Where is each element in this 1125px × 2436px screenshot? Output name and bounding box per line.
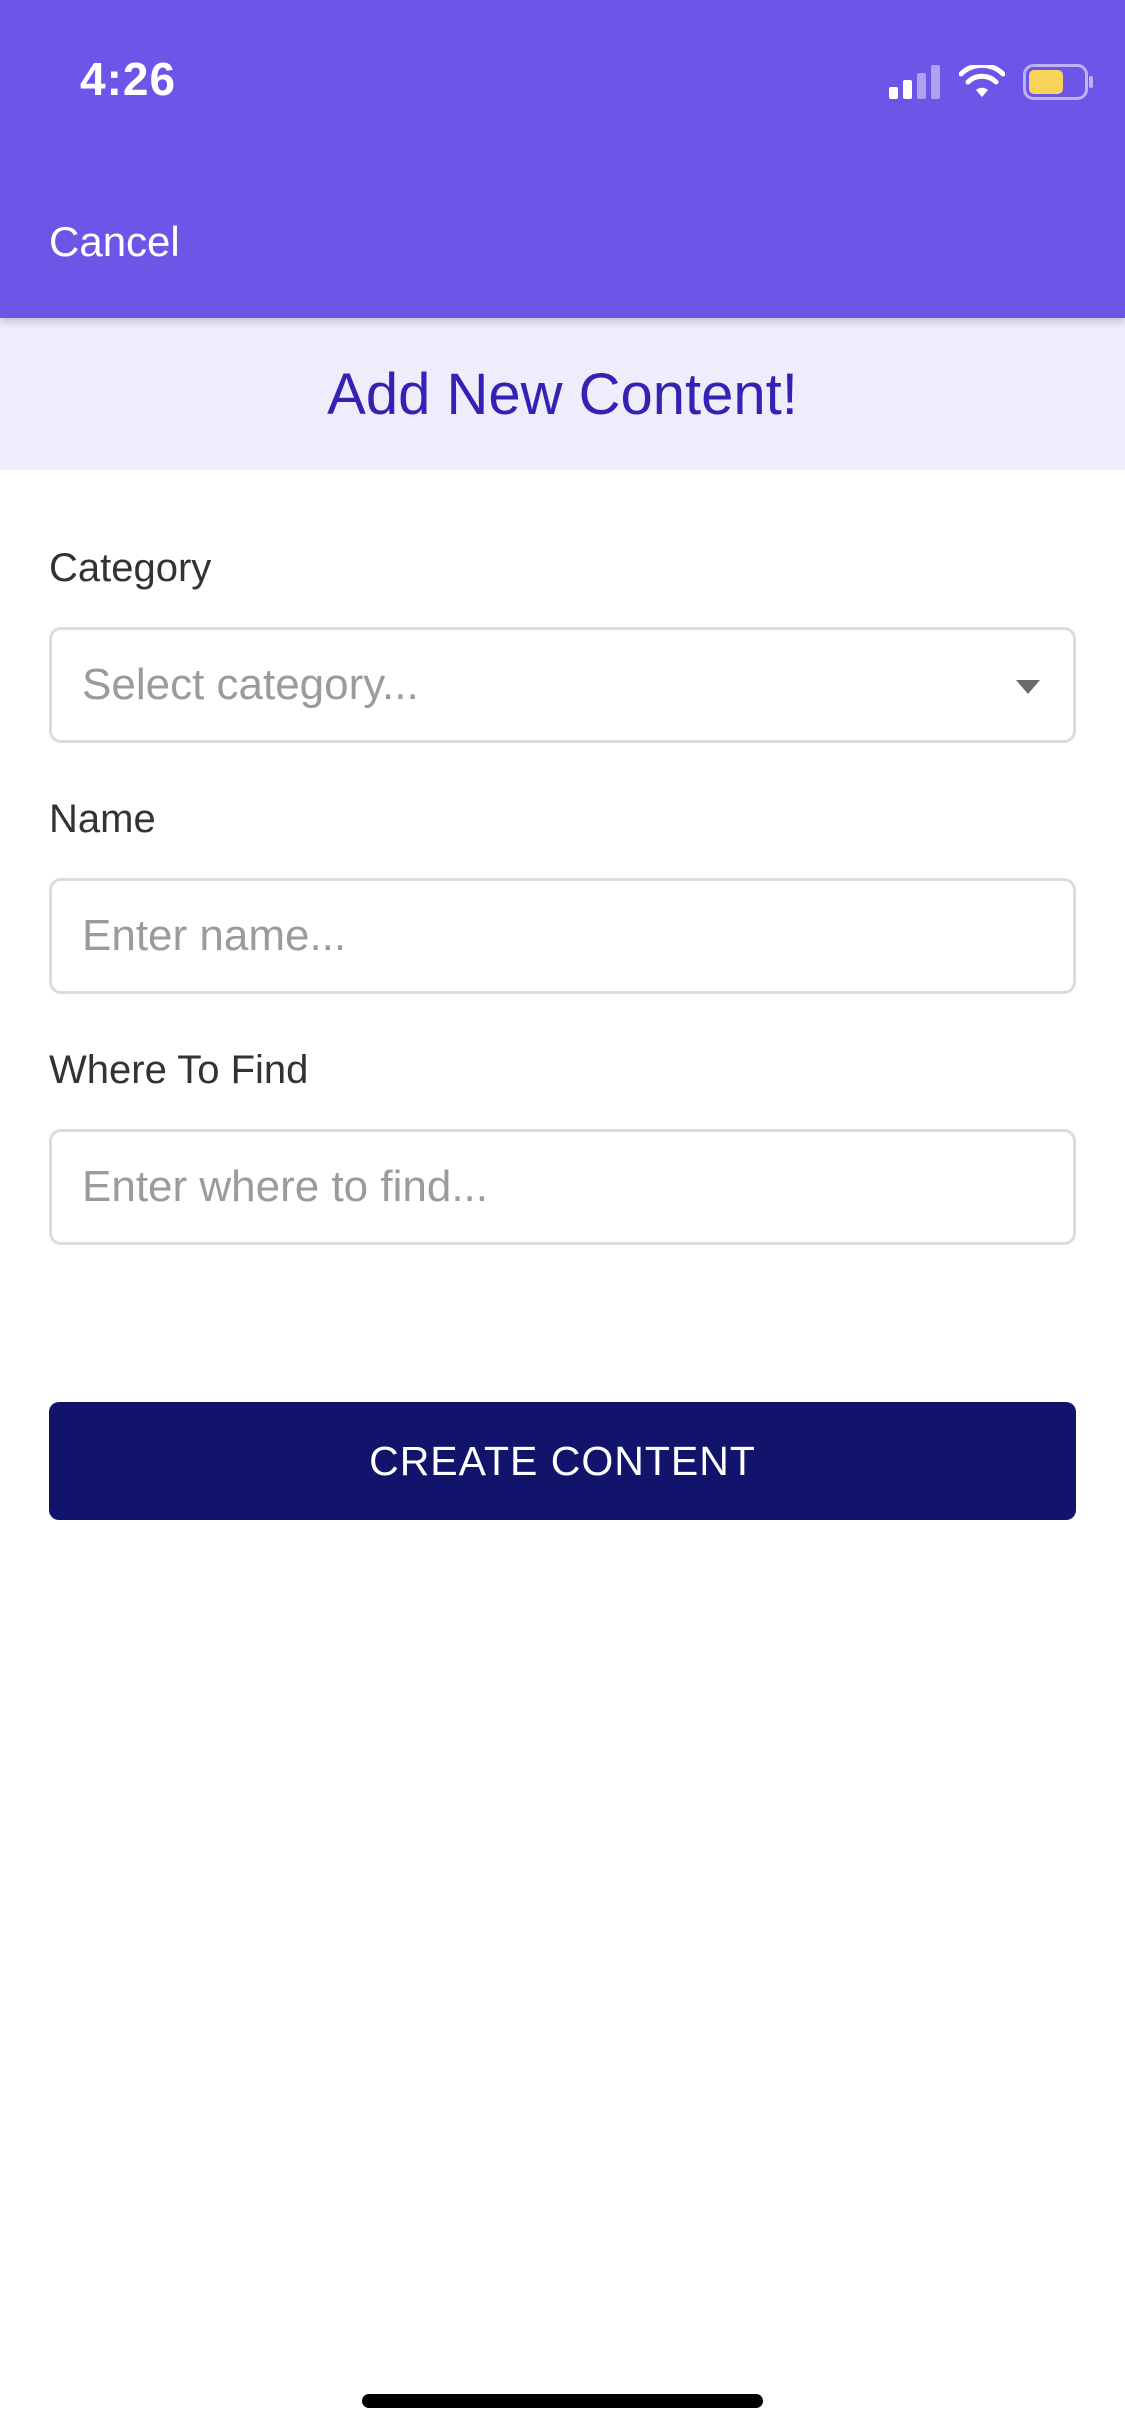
category-select[interactable]: Select category...: [49, 627, 1076, 743]
cellular-signal-icon: [889, 65, 940, 99]
add-content-screen: 4:26 Cancel Add New Content! Category Se…: [0, 0, 1125, 2436]
category-select-placeholder: Select category...: [82, 660, 419, 709]
battery-icon: [1023, 64, 1093, 100]
name-label: Name: [49, 797, 156, 841]
status-time: 4:26: [80, 53, 177, 105]
chevron-down-icon: [1016, 680, 1040, 694]
title-banner: Add New Content!: [0, 318, 1125, 470]
name-input[interactable]: [52, 881, 1073, 991]
cancel-button[interactable]: Cancel: [49, 218, 180, 266]
status-icons: [889, 62, 1095, 102]
create-content-button[interactable]: CREATE CONTENT: [49, 1402, 1076, 1520]
where-to-find-input[interactable]: [52, 1132, 1073, 1242]
app-header: 4:26 Cancel: [0, 0, 1125, 318]
where-to-find-label: Where To Find: [49, 1048, 309, 1092]
name-field-wrapper: [49, 878, 1076, 994]
wifi-icon: [959, 65, 1005, 97]
page-title: Add New Content!: [327, 361, 798, 427]
where-to-find-field-wrapper: [49, 1129, 1076, 1245]
category-label: Category: [49, 546, 212, 590]
home-indicator: [362, 2394, 763, 2408]
